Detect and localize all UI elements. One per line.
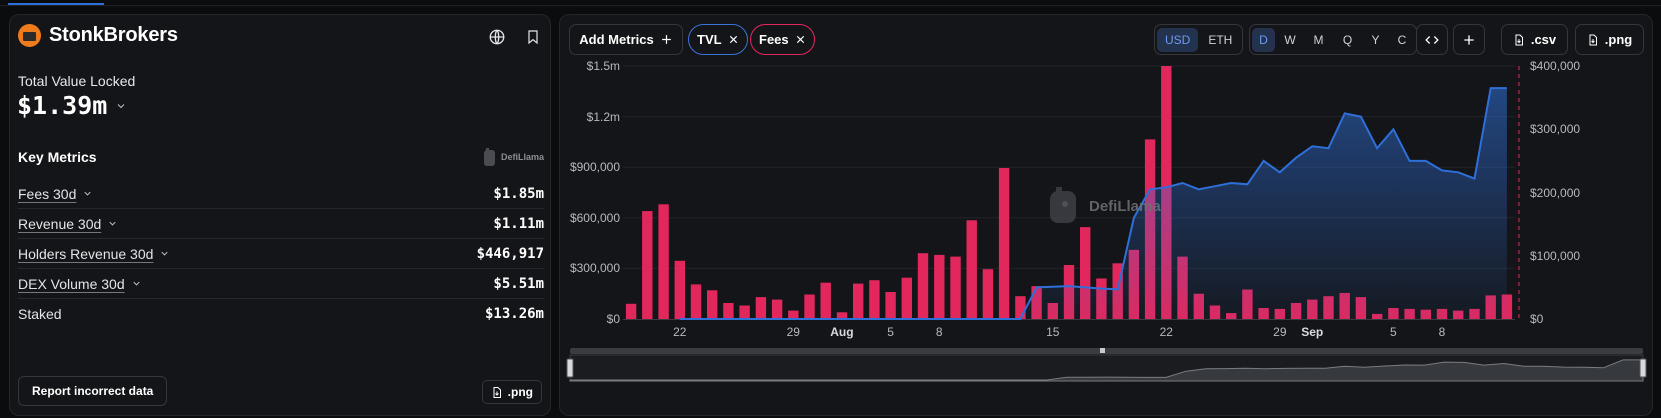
file-download-icon: [493, 386, 501, 398]
download-png-button[interactable]: .png: [481, 380, 542, 404]
metric-value: $1.85m: [493, 185, 544, 202]
metric-label: Revenue 30d: [18, 215, 102, 232]
metric-row-holders-revenue[interactable]: Holders Revenue 30d $446,917: [18, 239, 544, 269]
top-tab-strip: [0, 0, 1661, 6]
brush-handle: [1639, 358, 1647, 378]
metric-value: $446,917: [476, 245, 544, 262]
range-brush[interactable]: [560, 15, 1654, 417]
active-tab-indicator: [8, 3, 104, 5]
protocol-info-panel: StonkBrokers Total Value Locked $1.39m K…: [9, 14, 551, 416]
protocol-logo-icon: [18, 24, 41, 47]
metric-label: Fees 30d: [18, 185, 77, 202]
metric-label: DEX Volume 30d: [18, 275, 125, 292]
chevron-down-icon: [84, 191, 91, 196]
metric-value: $1.11m: [493, 215, 544, 232]
chevron-down-icon: [109, 221, 116, 226]
tvl-value-toggle[interactable]: $1.39m: [17, 91, 127, 120]
chart-panel: Add Metrics TVL Fees USD ETH D W M Q Y C…: [559, 14, 1653, 416]
metric-label: Holders Revenue 30d: [18, 245, 154, 262]
brush-handle: [566, 358, 574, 378]
chevron-down-icon: [133, 281, 140, 286]
metric-row-revenue[interactable]: Revenue 30d $1.11m: [18, 209, 544, 239]
metric-value: $13.26m: [484, 306, 544, 322]
key-metrics-list: Fees 30d $1.85m Revenue 30d $1.11m Holde…: [18, 179, 544, 329]
globe-icon[interactable]: [486, 26, 508, 48]
chevron-down-icon: [161, 251, 169, 256]
metric-row-staked: Staked $13.26m: [18, 299, 544, 329]
png-label: .png: [507, 385, 533, 399]
chevron-down-icon: [117, 103, 125, 108]
protocol-brand: StonkBrokers: [18, 24, 178, 47]
bookmark-icon[interactable]: [522, 26, 544, 48]
report-incorrect-data-button[interactable]: Report incorrect data: [18, 376, 168, 406]
tvl-value: $1.39m: [17, 91, 108, 120]
key-metrics-title: Key Metrics: [18, 149, 97, 165]
metric-row-dex-volume[interactable]: DEX Volume 30d $5.51m: [18, 269, 544, 299]
llama-logo-icon: [483, 148, 495, 166]
protocol-name: StonkBrokers: [49, 24, 178, 46]
watermark-text: DefiLlama: [500, 152, 544, 162]
metric-row-fees[interactable]: Fees 30d $1.85m: [18, 179, 544, 209]
brush-handle-bar: [570, 348, 1643, 354]
tvl-label: Total Value Locked: [18, 73, 136, 89]
metric-label: Staked: [18, 306, 62, 322]
metric-value: $5.51m: [493, 275, 544, 292]
defillama-watermark: DefiLlama: [482, 147, 544, 167]
brush-grip: [1100, 348, 1105, 353]
